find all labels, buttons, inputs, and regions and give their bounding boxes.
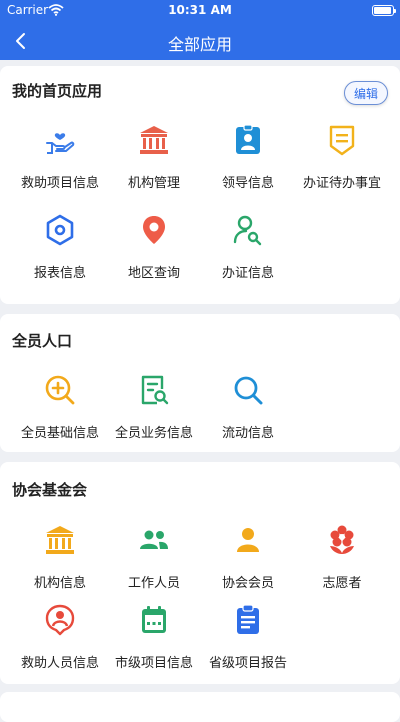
- section-my-home-apps: 我的首页应用 编辑 救助项目信息 机构管理 领导信息 办证待办事宜 报表信息 地…: [0, 66, 400, 304]
- app-label: 省级项目报告: [208, 656, 287, 671]
- section-title: 我的首页应用: [12, 82, 103, 100]
- app-item[interactable]: 办证待办事宜: [294, 124, 390, 204]
- app-label: 领导信息: [221, 176, 274, 191]
- location-pin-icon: [143, 216, 165, 244]
- next-section-card: [0, 692, 400, 722]
- app-item[interactable]: 救助人员信息: [12, 604, 108, 684]
- section-title: 协会基金会: [12, 481, 88, 499]
- app-label: 办证信息: [221, 266, 274, 281]
- battery-icon: [372, 5, 396, 16]
- user-search-icon: [233, 215, 262, 246]
- institution-icon: [46, 526, 74, 554]
- edit-button[interactable]: 编辑: [344, 81, 388, 105]
- app-label: 市级项目信息: [114, 656, 193, 671]
- section-association-foundation: 协会基金会 机构信息 工作人员 协会会员 志愿者 救助人员信息 市级项目信息 省…: [0, 462, 400, 684]
- app-item[interactable]: 省级项目报告: [200, 604, 296, 684]
- app-label: 志愿者: [322, 576, 362, 591]
- calendar-icon: [142, 606, 166, 633]
- person-pin-icon: [45, 604, 75, 636]
- nav-bar: 全部应用: [0, 22, 400, 60]
- app-item[interactable]: 报表信息: [12, 214, 108, 294]
- app-item[interactable]: 全员基础信息: [12, 374, 108, 454]
- document-pending-icon: [329, 125, 355, 156]
- app-item[interactable]: 工作人员: [106, 524, 202, 604]
- app-item[interactable]: 协会会员: [200, 524, 296, 604]
- document-search-icon: [141, 375, 169, 405]
- clock: 10:31 AM: [168, 3, 232, 17]
- app-item[interactable]: 市级项目信息: [106, 604, 202, 684]
- app-label: 机构信息: [33, 576, 86, 591]
- app-label: 报表信息: [33, 266, 86, 281]
- app-item[interactable]: 志愿者: [294, 524, 390, 604]
- app-label: 办证待办事宜: [302, 176, 381, 191]
- page-title: 全部应用: [167, 35, 232, 54]
- app-label: 机构管理: [127, 176, 180, 191]
- clipboard-icon: [237, 604, 259, 634]
- status-bar: Carrier 10:31 AM: [0, 0, 400, 22]
- app-item[interactable]: 地区查询: [106, 214, 202, 294]
- app-label: 全员业务信息: [114, 426, 193, 441]
- section-title: 全员人口: [12, 332, 73, 350]
- app-label: 全员基础信息: [20, 426, 99, 441]
- app-label: 救助项目信息: [20, 176, 99, 191]
- app-label: 地区查询: [127, 266, 180, 281]
- section-population: 全员人口 全员基础信息 全员业务信息 流动信息: [0, 314, 400, 452]
- helping-hand-heart-icon: [46, 133, 75, 154]
- zoom-in-icon: [45, 375, 75, 405]
- hexagon-icon: [46, 214, 74, 246]
- search-icon: [234, 376, 263, 405]
- app-label: 救助人员信息: [20, 656, 99, 671]
- app-item[interactable]: 机构管理: [106, 124, 202, 204]
- app-item[interactable]: 领导信息: [200, 124, 296, 204]
- app-item[interactable]: 流动信息: [200, 374, 296, 454]
- institution-icon: [140, 126, 168, 154]
- app-item[interactable]: 办证信息: [200, 214, 296, 294]
- app-label: 流动信息: [221, 426, 274, 441]
- app-label: 协会会员: [221, 576, 274, 591]
- staff-group-icon: [140, 530, 168, 549]
- flower-icon: [330, 525, 354, 554]
- member-icon: [237, 528, 259, 552]
- app-item[interactable]: 救助项目信息: [12, 124, 108, 204]
- app-item[interactable]: 全员业务信息: [106, 374, 202, 454]
- app-label: 工作人员: [127, 576, 180, 591]
- app-item[interactable]: 机构信息: [12, 524, 108, 604]
- id-badge-icon: [236, 124, 260, 154]
